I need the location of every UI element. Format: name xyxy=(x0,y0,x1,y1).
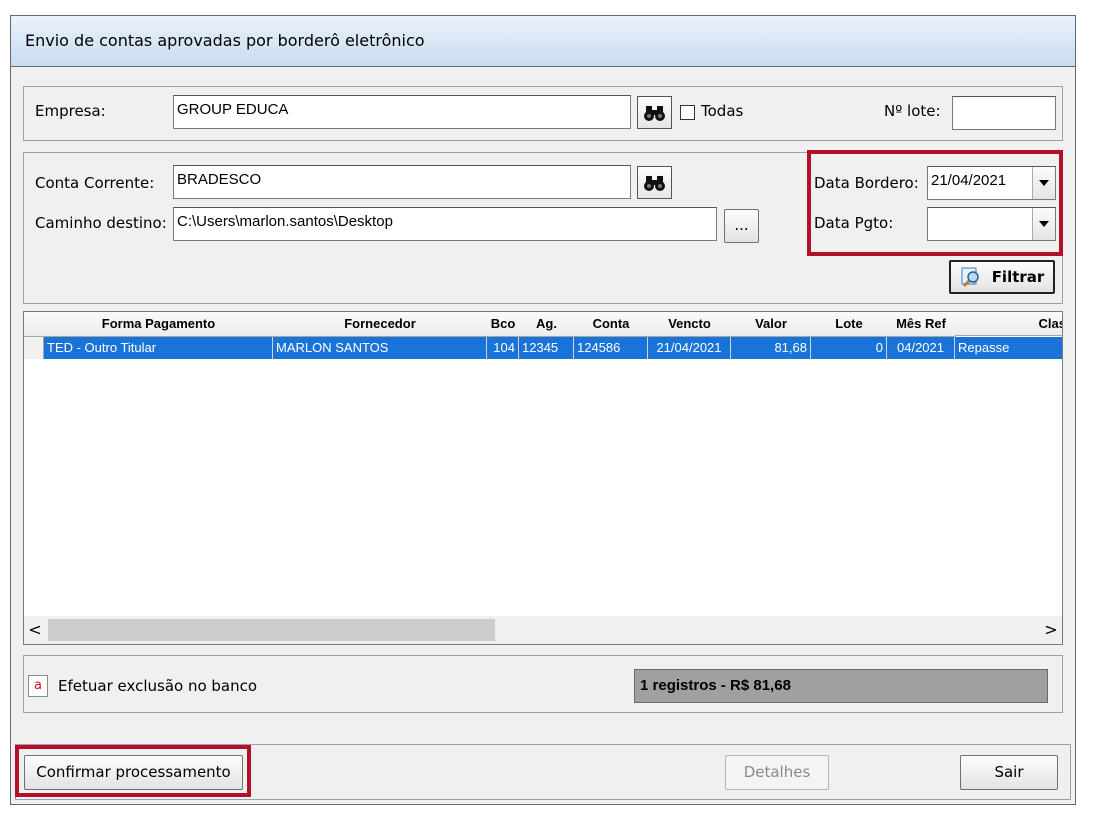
col-header-valor[interactable]: Valor xyxy=(731,312,812,337)
title-bar: Envio de contas aprovadas por borderô el… xyxy=(10,15,1076,67)
col-header-ag[interactable]: Ag. xyxy=(519,312,575,337)
empresa-search-button[interactable] xyxy=(637,96,672,129)
empresa-label: Empresa: xyxy=(35,102,106,120)
lote-label: Nº lote: xyxy=(884,102,941,120)
cell-valor: 81,68 xyxy=(731,337,811,359)
cell-vencto: 21/04/2021 xyxy=(648,337,731,359)
data-pgto-select[interactable] xyxy=(927,207,1056,241)
col-header-vencto[interactable]: Vencto xyxy=(648,312,732,337)
conta-search-button[interactable] xyxy=(637,166,672,199)
cell-lote: 0 xyxy=(811,337,887,359)
row-indicator xyxy=(24,337,44,359)
col-header-fornecedor[interactable]: Fornecedor xyxy=(273,312,488,337)
col-header-mes-ref[interactable]: Mês Ref xyxy=(887,312,956,337)
binoculars-icon xyxy=(644,176,665,191)
detalhes-button[interactable]: Detalhes xyxy=(725,755,829,790)
scrollbar-thumb[interactable] xyxy=(48,619,495,641)
scroll-right-icon[interactable]: > xyxy=(1040,616,1062,644)
data-bordero-value: 21/04/2021 xyxy=(931,172,1007,189)
confirmar-processamento-button[interactable]: Confirmar processamento xyxy=(24,755,243,790)
caminho-field[interactable]: C:\Users\marlon.santos\Desktop xyxy=(173,207,717,241)
summary-total: 1 registros - R$ 81,68 xyxy=(634,669,1048,703)
cell-conta: 124586 xyxy=(574,337,648,359)
caminho-label: Caminho destino: xyxy=(35,214,167,232)
col-header-clas[interactable]: Clas xyxy=(955,312,1062,336)
cell-bco: 104 xyxy=(487,337,519,359)
data-pgto-label: Data Pgto: xyxy=(814,214,894,232)
cell-clas: Repasse xyxy=(958,340,1010,355)
data-bordero-label: Data Bordero: xyxy=(814,174,919,192)
data-grid: Forma Pagamento Fornecedor Bco Ag. Conta… xyxy=(23,311,1063,645)
binoculars-icon xyxy=(644,106,665,121)
data-pgto-value xyxy=(928,208,1032,240)
grid-header: Forma Pagamento Fornecedor Bco Ag. Conta… xyxy=(24,312,1062,337)
col-header-lote[interactable]: Lote xyxy=(811,312,888,337)
exclusao-label: Efetuar exclusão no banco xyxy=(58,677,258,695)
exclusao-icon[interactable]: a xyxy=(28,675,48,697)
horizontal-scrollbar[interactable]: < > xyxy=(24,616,1062,644)
cell-fornecedor: MARLON SANTOS xyxy=(273,337,487,359)
lote-field[interactable] xyxy=(952,96,1056,130)
browse-folder-button[interactable]: ... xyxy=(724,209,759,243)
cell-ag: 12345 xyxy=(519,337,574,359)
empresa-field[interactable]: GROUP EDUCA xyxy=(173,95,631,129)
chevron-down-icon[interactable] xyxy=(1032,167,1055,199)
col-header-bco[interactable]: Bco xyxy=(487,312,520,337)
conta-corrente-field[interactable]: BRADESCO xyxy=(173,165,631,199)
col-header-forma-pagamento[interactable]: Forma Pagamento xyxy=(44,312,274,337)
todas-label: Todas xyxy=(701,102,744,120)
table-row[interactable]: TED - Outro Titular MARLON SANTOS 104 12… xyxy=(24,337,1062,359)
col-header-conta[interactable]: Conta xyxy=(574,312,649,337)
magnifier-icon xyxy=(961,267,979,288)
cell-forma-pagamento: TED - Outro Titular xyxy=(44,337,273,359)
window-title: Envio de contas aprovadas por borderô el… xyxy=(25,31,425,50)
filtrar-label: Filtrar xyxy=(991,268,1045,286)
chevron-down-icon[interactable] xyxy=(1032,208,1055,240)
conta-corrente-label: Conta Corrente: xyxy=(35,174,155,192)
todas-checkbox[interactable] xyxy=(680,105,695,120)
scroll-left-icon[interactable]: < xyxy=(24,616,46,644)
row-indicator-header xyxy=(24,312,45,337)
data-bordero-select[interactable]: 21/04/2021 xyxy=(927,166,1056,200)
filtrar-button[interactable]: Filtrar xyxy=(949,260,1055,294)
cell-mes-ref: 04/2021 xyxy=(887,337,955,359)
sair-button[interactable]: Sair xyxy=(960,755,1058,790)
